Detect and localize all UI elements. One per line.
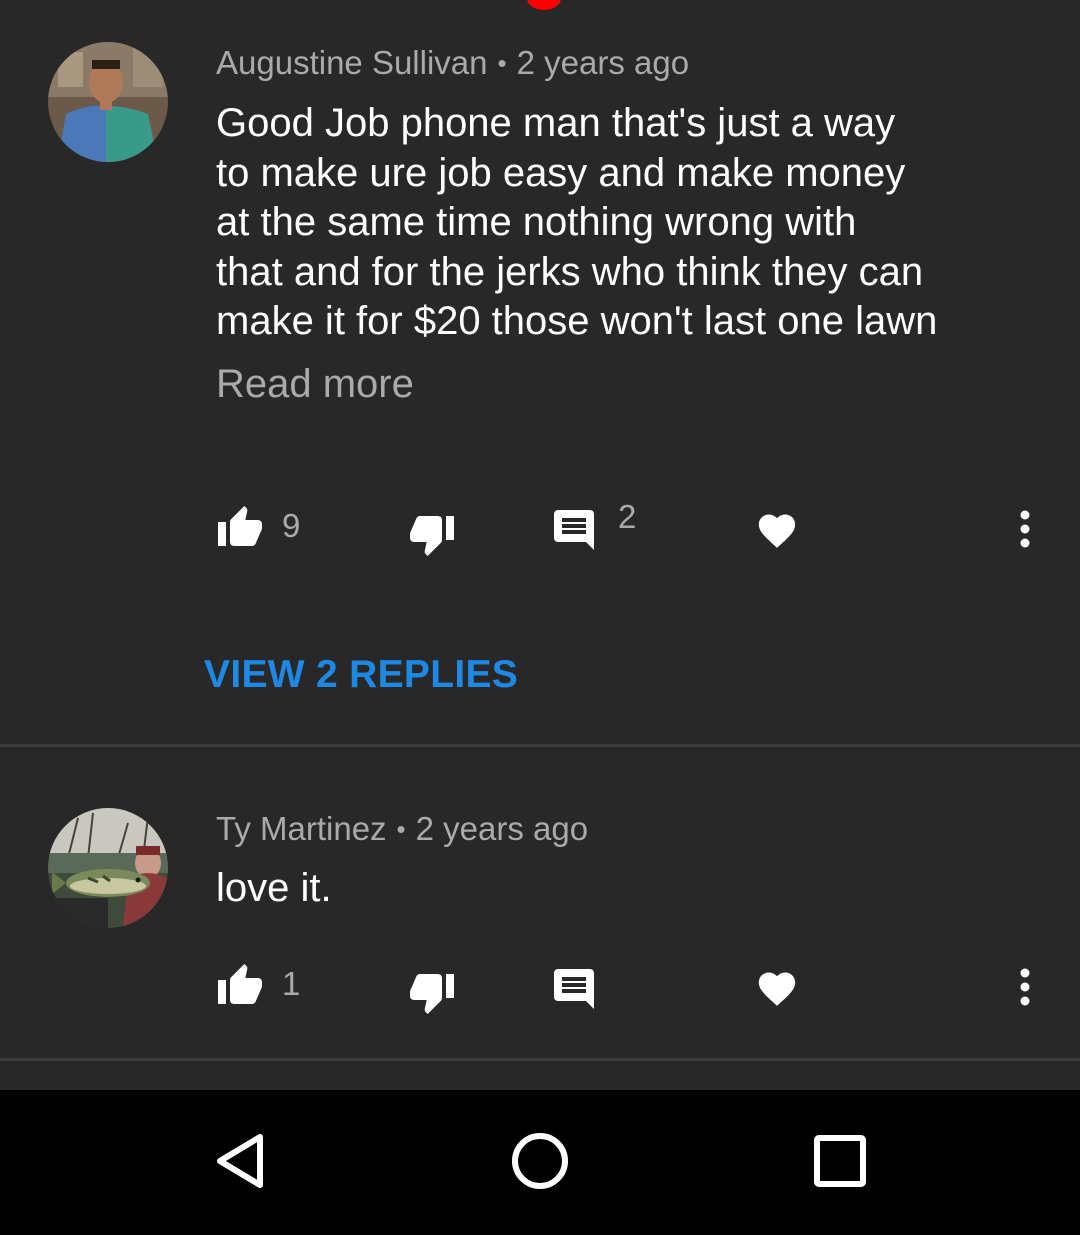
- more-options-button[interactable]: [1014, 510, 1036, 550]
- thumb-down-icon: [408, 514, 456, 558]
- nav-home-button[interactable]: [495, 1118, 585, 1208]
- comment-meta: Ty Martinez • 2 years ago: [216, 809, 588, 851]
- comment-line: Good Job phone man that's just a way: [216, 101, 896, 145]
- nav-recents-button[interactable]: [795, 1118, 885, 1208]
- reply-button[interactable]: [554, 967, 598, 1011]
- like-button[interactable]: 1: [216, 962, 300, 1006]
- heart-icon: [755, 967, 799, 1007]
- back-triangle-icon: [212, 1131, 268, 1196]
- recents-square-icon: [812, 1133, 868, 1194]
- author-name[interactable]: Ty Martinez: [216, 810, 387, 847]
- like-button[interactable]: 9: [216, 504, 300, 548]
- like-count: 1: [282, 965, 301, 1002]
- more-options-button[interactable]: [1014, 968, 1036, 1008]
- comment-line: at the same time nothing wrong with: [216, 200, 857, 244]
- timestamp: 2 years ago: [516, 44, 690, 81]
- more-vert-icon: [1014, 510, 1036, 550]
- divider: [0, 1058, 1080, 1061]
- view-replies-button[interactable]: VIEW 2 REPLIES: [204, 652, 518, 698]
- comment-line: that and for the jerks who think they ca…: [216, 249, 924, 294]
- author-name[interactable]: Augustine Sullivan: [216, 44, 488, 81]
- notification-dot: [527, 0, 561, 10]
- reply-button[interactable]: 2: [554, 498, 636, 552]
- avatar[interactable]: [48, 42, 168, 162]
- comment-meta: Augustine Sullivan • 2 years ago: [216, 43, 689, 85]
- comment-text: love it.: [216, 866, 332, 910]
- comment-line: to make ure job easy and make money: [216, 150, 906, 195]
- read-more-link[interactable]: Read more: [216, 360, 414, 408]
- comment-line: make it for $20 those won't last one law…: [216, 299, 938, 343]
- nav-back-button[interactable]: [195, 1118, 285, 1208]
- separator-dot: •: [396, 814, 406, 844]
- thumb-up-icon: [216, 504, 264, 548]
- timestamp: 2 years ago: [415, 810, 589, 847]
- more-vert-icon: [1014, 968, 1036, 1008]
- avatar[interactable]: [48, 808, 168, 928]
- divider: [0, 744, 1080, 747]
- comment-text: Good Job phone man that's just a way to …: [216, 99, 1016, 347]
- heart-button[interactable]: [755, 967, 799, 1007]
- dislike-button[interactable]: [408, 972, 456, 1016]
- heart-icon: [755, 509, 799, 549]
- reply-count: 2: [618, 498, 637, 535]
- comment-icon: [554, 508, 598, 552]
- dislike-button[interactable]: [408, 514, 456, 558]
- heart-button[interactable]: [755, 509, 799, 549]
- comment-icon: [554, 967, 598, 1011]
- thumb-up-icon: [216, 962, 264, 1006]
- comments-screen: Augustine Sullivan • 2 years ago Good Job …: [0, 0, 1080, 1235]
- system-nav-bar: [0, 1090, 1080, 1235]
- home-circle-icon: [510, 1131, 570, 1196]
- separator-dot: •: [497, 48, 507, 78]
- thumb-down-icon: [408, 972, 456, 1016]
- like-count: 9: [282, 507, 301, 544]
